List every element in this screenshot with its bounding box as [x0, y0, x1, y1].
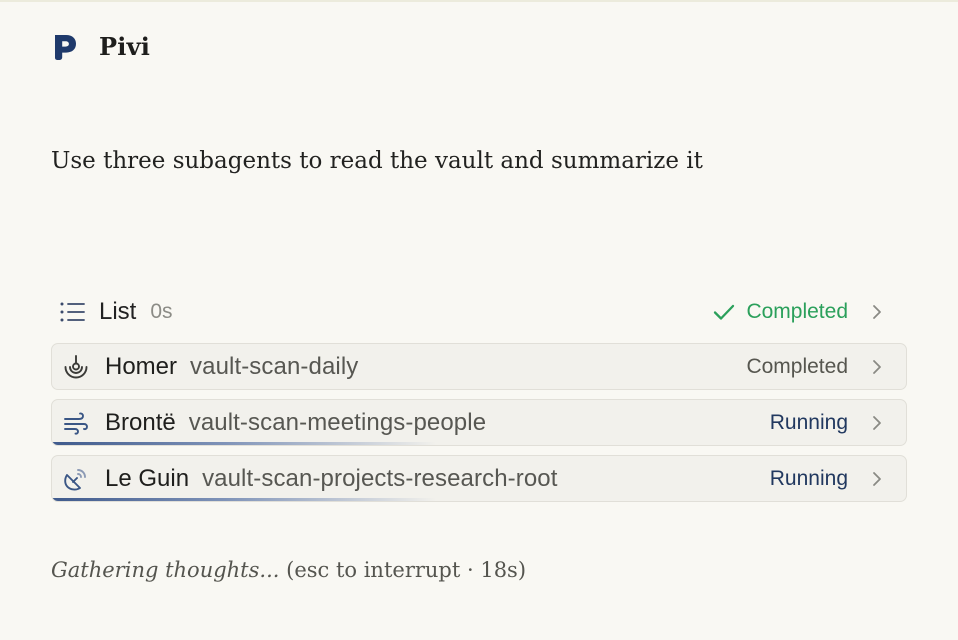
- orbit-icon: [63, 354, 89, 380]
- task-status-label: Completed: [746, 300, 848, 323]
- agent-task: vault-scan-meetings-people: [188, 408, 487, 436]
- check-icon: [714, 304, 735, 320]
- pivi-logo-icon: [55, 34, 76, 60]
- agent-task: vault-scan-projects-research-root: [202, 464, 558, 492]
- agent-row-le-guin[interactable]: Le Guin vault-scan-projects-research-roo…: [51, 455, 907, 502]
- agent-task: vault-scan-daily: [190, 352, 359, 380]
- agent-status: Completed: [746, 354, 848, 378]
- agent-row-homer[interactable]: Homer vault-scan-daily Completed: [51, 343, 907, 390]
- agent-row-bronte[interactable]: Brontë vault-scan-meetings-people Runnin…: [51, 399, 907, 446]
- agent-name: Le Guin: [105, 464, 190, 492]
- satellite-dish-icon: [63, 466, 89, 492]
- app-name: Pivi: [99, 32, 151, 61]
- chevron-right-icon[interactable]: [870, 358, 884, 376]
- wind-icon: [63, 410, 89, 436]
- task-status: Completed: [712, 300, 848, 324]
- chevron-right-icon[interactable]: [870, 303, 884, 321]
- task-label: List: [99, 298, 137, 325]
- user-prompt: Use three subagents to read the vault an…: [51, 148, 703, 174]
- agent-status: Running: [769, 410, 848, 434]
- list-icon: [56, 298, 88, 326]
- app-header: Pivi: [52, 32, 150, 61]
- interrupt-hint: (esc to interrupt · 18s): [286, 558, 527, 582]
- task-elapsed: 0s: [150, 300, 173, 323]
- task-row-list[interactable]: List 0s Completed: [52, 292, 906, 332]
- agent-name: Brontë: [105, 408, 176, 436]
- chevron-right-icon[interactable]: [870, 470, 884, 488]
- agent-status: Running: [769, 466, 848, 490]
- status-footer: Gathering thoughts... (esc to interrupt …: [51, 558, 526, 582]
- agent-progress-bar: [52, 442, 437, 445]
- thinking-status: Gathering thoughts...: [51, 558, 280, 582]
- agent-progress-bar: [52, 498, 437, 501]
- chevron-right-icon[interactable]: [870, 414, 884, 432]
- agent-name: Homer: [105, 352, 178, 380]
